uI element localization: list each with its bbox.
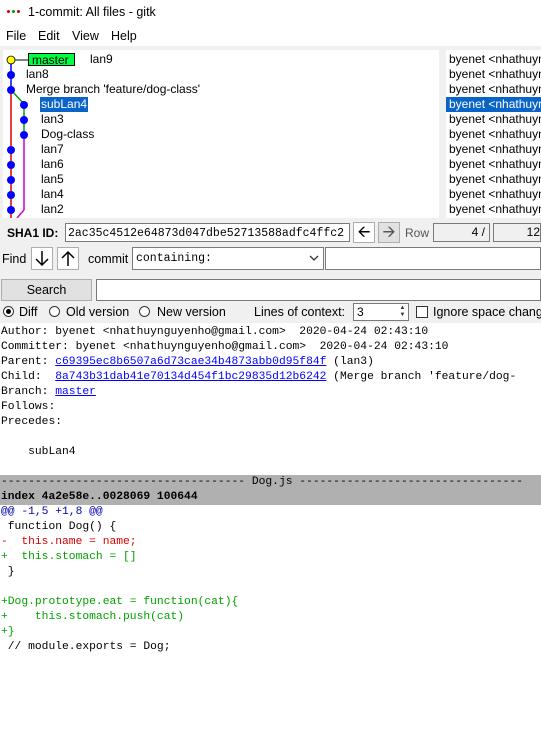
author-cell[interactable]: byenet <nhathuyn: [449, 112, 541, 127]
commit-row-lan2[interactable]: lan2: [41, 202, 64, 217]
ignore-space-checkbox[interactable]: [416, 306, 428, 318]
menu-bar: File Edit View Help: [0, 26, 541, 46]
diff-details-pane[interactable]: Author: byenet <nhathuynguyenho@gmail.co…: [0, 323, 541, 738]
author-cell[interactable]: byenet <nhathuyn: [449, 82, 541, 97]
commit-row-sublan4[interactable]: subLan4: [40, 97, 89, 112]
hunk-header: @@ -1,5 +1,8 @@: [1, 506, 103, 518]
find-mode-value: containing:: [136, 252, 212, 265]
child-line: Child: 8a743b31dab41e70134d454f1bc29835d…: [1, 370, 516, 385]
commit-row-lan6[interactable]: lan6: [41, 157, 64, 172]
parent-suffix: (lan3): [326, 356, 374, 368]
row-total-field: 12: [493, 223, 541, 242]
commit-row-lan9[interactable]: lan9: [90, 52, 113, 67]
spin-arrows-icon[interactable]: ▲ ▼: [398, 305, 407, 319]
author-cell[interactable]: byenet <nhathuyn: [449, 127, 541, 142]
lines-of-context-value: 3: [357, 305, 364, 319]
author-cell-selected[interactable]: byenet <nhathuyn: [446, 97, 541, 112]
parent-line: Parent: c69395ec8b6507a6d73cae34b4873abb…: [1, 355, 374, 370]
follows-line: Follows:: [1, 401, 56, 413]
menu-edit[interactable]: Edit: [38, 29, 60, 43]
search-button[interactable]: Search: [1, 279, 92, 301]
sha1-input[interactable]: 2ac35c4512e64873d047dbe52713588adfc4ffc2: [65, 223, 350, 242]
child-prefix: Child:: [1, 371, 56, 383]
old-version-label: Old version: [66, 305, 130, 319]
index-line: index 4a2e58e..0028069 100644: [1, 491, 198, 503]
menu-help[interactable]: Help: [111, 29, 137, 43]
precedes-line: Precedes:: [1, 416, 63, 428]
parent-prefix: Parent:: [1, 356, 56, 368]
commit-row-lan4[interactable]: lan4: [41, 187, 64, 202]
menu-file[interactable]: File: [6, 29, 26, 43]
new-version-label: New version: [157, 305, 226, 319]
search-input[interactable]: [96, 279, 541, 301]
commit-row-lan7[interactable]: lan7: [41, 142, 64, 157]
author-cell[interactable]: byenet <nhathuyn: [449, 172, 541, 187]
lines-of-context-spinbox[interactable]: 3 ▲ ▼: [353, 303, 409, 321]
sha1-label: SHA1 ID:: [7, 226, 59, 240]
diff-line-added: +Dog.prototype.eat = function(cat){: [1, 596, 239, 608]
row-number-field: 4 /: [433, 223, 490, 242]
lines-of-context-label: Lines of context:: [254, 305, 346, 319]
branch-tag-master[interactable]: master: [28, 53, 75, 67]
commit-graph-pane[interactable]: master lan9 lan8 Merge branch 'feature/d…: [3, 50, 439, 218]
commit-row-lan3[interactable]: lan3: [41, 112, 64, 127]
author-cell[interactable]: byenet <nhathuyn: [449, 52, 541, 67]
old-version-radio[interactable]: [49, 306, 60, 317]
find-mode-select[interactable]: containing:: [132, 247, 324, 270]
ignore-space-label: Ignore space chang: [433, 305, 541, 319]
diff-line-added: + this.stomach = []: [1, 551, 137, 563]
child-sha-link[interactable]: 8a743b31dab41e70134d454f1bc29835d12b6242: [55, 371, 326, 383]
commit-row-dog-class[interactable]: Dog-class: [41, 127, 94, 142]
row-label: Row: [405, 226, 430, 240]
child-suffix: (Merge branch 'feature/dog-: [326, 371, 517, 383]
find-label: Find: [2, 252, 27, 266]
diff-line-context: function Dog() {: [1, 521, 117, 533]
chevron-down-icon: [309, 255, 319, 261]
author-cell[interactable]: byenet <nhathuyn: [449, 142, 541, 157]
author-cell[interactable]: byenet <nhathuyn: [449, 157, 541, 172]
diff-line-added: + this.stomach.push(cat): [1, 611, 185, 623]
file-header-title: ------------------------------------ Dog…: [1, 476, 524, 488]
branch-line: Branch: master: [1, 385, 96, 400]
back-arrow-icon[interactable]: 🡨: [353, 222, 375, 243]
find-commit-label: commit: [88, 252, 129, 266]
window-title: 1-commit: All files - gitk: [28, 5, 156, 19]
diff-line-removed: - this.name = name;: [1, 536, 137, 548]
commit-row-lan5[interactable]: lan5: [41, 172, 64, 187]
diff-line-context: // module.exports = Dog;: [1, 641, 171, 653]
author-line: Author: byenet <nhathuynguyenho@gmail.co…: [1, 326, 429, 338]
parent-sha-link[interactable]: c69395ec8b6507a6d73cae34b4873abb0d95f84f: [55, 356, 326, 368]
commit-row-lan8[interactable]: lan8: [26, 67, 49, 82]
commit-message: subLan4: [1, 446, 76, 458]
branch-link[interactable]: master: [55, 386, 96, 398]
author-cell[interactable]: byenet <nhathuyn: [449, 67, 541, 82]
new-version-radio[interactable]: [139, 306, 150, 317]
diff-radio-label: Diff: [19, 305, 38, 319]
commit-row-merge[interactable]: Merge branch 'feature/dog-class': [26, 82, 200, 97]
diff-line-context: }: [1, 566, 15, 578]
diff-radio[interactable]: [3, 306, 14, 317]
title-bar: 1-commit: All files - gitk: [0, 0, 541, 26]
committer-line: Committer: byenet <nhathuynguyenho@gmail…: [1, 341, 449, 353]
find-up-arrow-icon[interactable]: [57, 247, 79, 270]
gitk-app-icon: [7, 8, 21, 16]
find-down-arrow-icon[interactable]: [31, 247, 53, 270]
author-cell[interactable]: byenet <nhathuyn: [449, 187, 541, 202]
branch-prefix: Branch:: [1, 386, 56, 398]
author-pane[interactable]: byenet <nhathuyn byenet <nhathuyn byenet…: [446, 50, 541, 218]
menu-view[interactable]: View: [72, 29, 99, 43]
forward-arrow-icon[interactable]: 🡪: [378, 222, 400, 243]
author-cell[interactable]: byenet <nhathuyn: [449, 202, 541, 217]
find-input[interactable]: [325, 247, 541, 270]
diff-line-added: +}: [1, 626, 15, 638]
